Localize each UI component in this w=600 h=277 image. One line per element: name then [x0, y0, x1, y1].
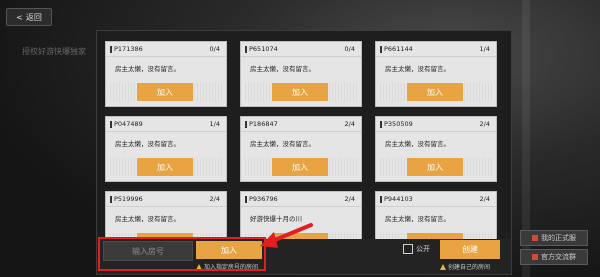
join-room-button[interactable]: 加入	[407, 158, 463, 176]
create-hint: 创建自己的房间	[440, 262, 490, 271]
group-icon	[532, 254, 538, 260]
room-id-marker-icon	[110, 45, 112, 53]
room-message: 房主太懒，没有留言。	[250, 140, 315, 148]
warning-icon	[440, 263, 446, 270]
my-server-label: 我的正式服	[541, 234, 576, 242]
server-icon	[532, 235, 538, 241]
room-id-marker-icon	[380, 45, 382, 53]
room-id: P186847	[249, 120, 278, 128]
back-label: 返回	[25, 12, 42, 22]
room-id-marker-icon	[110, 195, 112, 203]
room-id-marker-icon	[245, 45, 247, 53]
room-id-marker-icon	[245, 195, 247, 203]
public-label: 公开	[416, 245, 430, 253]
room-message: 房主太懒，没有留言。	[250, 65, 315, 73]
room-card-header: P519996 2/4	[106, 192, 226, 207]
room-id-marker-icon	[380, 120, 382, 128]
room-player-count: 2/4	[479, 120, 490, 128]
room-id: P171386	[114, 45, 143, 53]
room-id: P661144	[384, 45, 413, 53]
room-id: P519996	[114, 195, 143, 203]
room-card-header: P350509 2/4	[376, 117, 496, 132]
room-id-marker-icon	[110, 120, 112, 128]
room-message: 房主太懒，没有留言。	[115, 65, 180, 73]
public-toggle[interactable]: 公开	[403, 244, 430, 254]
room-card-header: P661144 1/4	[376, 42, 496, 57]
room-message: 房主太懒，没有留言。	[385, 65, 450, 73]
room-grid[interactable]: P171386 0/4 房主太懒，没有留言。 加入 P651074 0/4 房主…	[105, 41, 503, 241]
public-checkbox[interactable]	[403, 244, 413, 254]
room-id: P047489	[114, 120, 143, 128]
room-player-count: 0/4	[209, 45, 220, 53]
room-card: P651074 0/4 房主太懒，没有留言。 加入	[240, 41, 362, 107]
room-message: 房主太懒，没有留言。	[115, 140, 180, 148]
room-id: P651074	[249, 45, 278, 53]
create-room-button[interactable]: 创建	[440, 240, 500, 259]
highlight-box	[98, 237, 266, 271]
room-id: P944103	[384, 195, 413, 203]
official-group-label: 官方交流群	[541, 253, 576, 261]
room-player-count: 0/4	[344, 45, 355, 53]
room-card-header: P944103 2/4	[376, 192, 496, 207]
red-arrow-icon	[260, 223, 313, 248]
room-message: 房主太懒，没有留言。	[385, 140, 450, 148]
room-card: P661144 1/4 房主太懒，没有留言。 加入	[375, 41, 497, 107]
official-group-button[interactable]: 官方交流群	[520, 249, 588, 265]
create-hint-text: 创建自己的房间	[448, 264, 491, 271]
background-caption: 授权好游快爆独家	[22, 47, 86, 56]
room-player-count: 2/4	[344, 120, 355, 128]
room-message: 房主太懒，没有留言。	[115, 215, 180, 223]
my-server-button[interactable]: 我的正式服	[520, 230, 588, 246]
room-card-header: P651074 0/4	[241, 42, 361, 57]
room-player-count: 1/4	[479, 45, 490, 53]
back-button[interactable]: < 返回	[6, 8, 52, 26]
room-id: P936796	[249, 195, 278, 203]
room-message: 房主太懒，没有留言。	[385, 215, 450, 223]
room-card-header: P171386 0/4	[106, 42, 226, 57]
join-room-button[interactable]: 加入	[407, 83, 463, 101]
room-card: P186847 2/4 房主太懒，没有留言。 加入	[240, 116, 362, 182]
room-player-count: 1/4	[209, 120, 220, 128]
room-player-count: 2/4	[209, 195, 220, 203]
room-card: P350509 2/4 房主太懒，没有留言。 加入	[375, 116, 497, 182]
room-card: P047489 1/4 房主太懒，没有留言。 加入	[105, 116, 227, 182]
room-card-header: P936796 2/4	[241, 192, 361, 207]
room-player-count: 2/4	[479, 195, 490, 203]
join-room-button[interactable]: 加入	[272, 83, 328, 101]
room-card: P944103 2/4 房主太懒，没有留言。 加入	[375, 191, 497, 241]
back-arrow-icon: <	[16, 12, 23, 22]
room-player-count: 2/4	[344, 195, 355, 203]
join-room-button[interactable]: 加入	[137, 83, 193, 101]
room-id: P350509	[384, 120, 413, 128]
room-id-marker-icon	[245, 120, 247, 128]
join-room-button[interactable]: 加入	[272, 158, 328, 176]
room-card: P519996 2/4 房主太懒，没有留言。 加入	[105, 191, 227, 241]
room-id-marker-icon	[380, 195, 382, 203]
room-card: P171386 0/4 房主太懒，没有留言。 加入	[105, 41, 227, 107]
room-card-header: P186847 2/4	[241, 117, 361, 132]
join-room-button[interactable]: 加入	[137, 158, 193, 176]
room-card-header: P047489 1/4	[106, 117, 226, 132]
